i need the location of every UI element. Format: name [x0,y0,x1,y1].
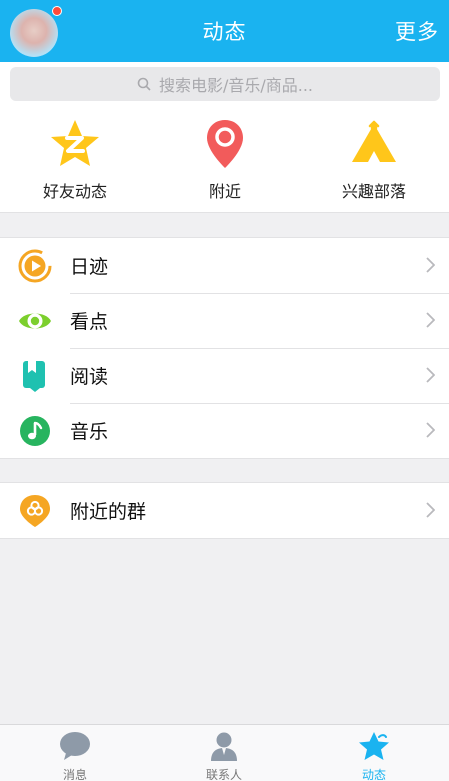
page-title: 动态 [202,20,247,44]
chevron-right-icon [426,367,436,387]
more-button[interactable]: 更多 [395,16,439,46]
chevron-right-icon [426,312,436,332]
quick-item-friends-feed[interactable]: 好友动态 [0,118,150,202]
tab-label: 动态 [361,768,386,781]
tab-label: 联系人 [205,768,242,781]
group-pin-icon [18,494,52,528]
search-icon [137,77,151,91]
tab-feeds[interactable]: 动态 [324,731,424,781]
search-section: 搜索电影/音乐/商品... [0,62,449,110]
list-item-diary[interactable]: 日迹 [0,238,449,293]
tab-contacts[interactable]: 联系人 [174,731,274,781]
chevron-right-icon [426,257,436,277]
search-placeholder: 搜索电影/音乐/商品... [158,76,314,95]
list-item-label: 日迹 [70,256,109,278]
chat-bubble-icon [25,731,125,761]
quick-entries: 好友动态 附近 兴趣部落 [0,110,449,213]
person-icon [174,731,274,761]
list-item-kandian[interactable]: 看点 [0,293,449,348]
chevron-right-icon [426,422,436,442]
list-item-reading[interactable]: 阅读 [0,348,449,403]
notification-badge [52,6,62,16]
quick-item-nearby[interactable]: 附近 [150,118,300,202]
location-pin-icon [150,118,300,170]
feature-list: 日迹 看点 阅读 音乐 [0,237,449,459]
music-note-icon [18,414,52,448]
tab-label: 消息 [62,768,87,781]
play-circle-icon [18,249,52,283]
eye-icon [18,304,52,338]
star-icon [324,731,424,761]
list-item-label: 音乐 [70,421,109,443]
tab-messages[interactable]: 消息 [25,731,125,781]
list-item-label: 附近的群 [70,501,147,523]
quick-item-label: 兴趣部落 [341,182,406,201]
list-item-nearby-groups[interactable]: 附近的群 [0,483,449,538]
search-input[interactable]: 搜索电影/音乐/商品... [10,67,440,101]
quick-item-interest-tribe[interactable]: 兴趣部落 [299,118,449,202]
nearby-group-list: 附近的群 [0,482,449,539]
list-item-music[interactable]: 音乐 [0,403,449,458]
tent-icon [299,118,449,170]
bottom-tab-bar: 消息 联系人 动态 [0,724,449,781]
list-item-label: 阅读 [70,366,109,388]
list-item-label: 看点 [70,311,109,333]
quick-item-label: 好友动态 [42,182,107,201]
qzone-star-icon [0,118,150,170]
book-icon [18,359,52,393]
quick-item-label: 附近 [208,182,241,201]
header-bar: 动态 更多 [0,0,449,62]
chevron-right-icon [426,502,436,522]
